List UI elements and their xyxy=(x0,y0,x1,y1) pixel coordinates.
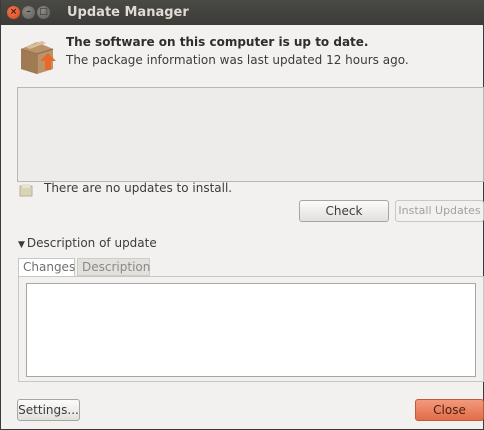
changes-text-area[interactable] xyxy=(26,283,476,377)
changes-tab-panel xyxy=(18,276,484,382)
update-manager-window: × – □ Update Manager The software on thi… xyxy=(0,0,484,430)
description-expander[interactable]: ▼ Description of update xyxy=(18,236,157,250)
no-updates-text: There are no updates to install. xyxy=(44,181,233,195)
install-updates-button[interactable]: Install Updates xyxy=(395,200,484,222)
update-status-icon xyxy=(19,184,33,197)
tab-description[interactable]: Description xyxy=(77,258,150,276)
expander-triangle-icon: ▼ xyxy=(18,240,25,250)
close-button[interactable]: Close xyxy=(415,399,484,421)
window-maximize-icon[interactable]: □ xyxy=(37,6,50,19)
updates-list[interactable] xyxy=(17,87,484,182)
tab-changes[interactable]: Changes xyxy=(18,258,75,276)
window-minimize-icon[interactable]: – xyxy=(22,6,35,19)
package-box-icon xyxy=(20,41,56,74)
description-expander-label: Description of update xyxy=(26,236,157,250)
check-button[interactable]: Check xyxy=(299,200,389,222)
window-close-icon[interactable]: × xyxy=(7,6,20,19)
status-headline: The software on this computer is up to d… xyxy=(66,35,369,49)
window-title: Update Manager xyxy=(67,5,189,20)
settings-button[interactable]: Settings... xyxy=(17,399,80,421)
titlebar[interactable]: × – □ Update Manager xyxy=(1,0,484,25)
last-updated-text: The package information was last updated… xyxy=(66,53,409,67)
